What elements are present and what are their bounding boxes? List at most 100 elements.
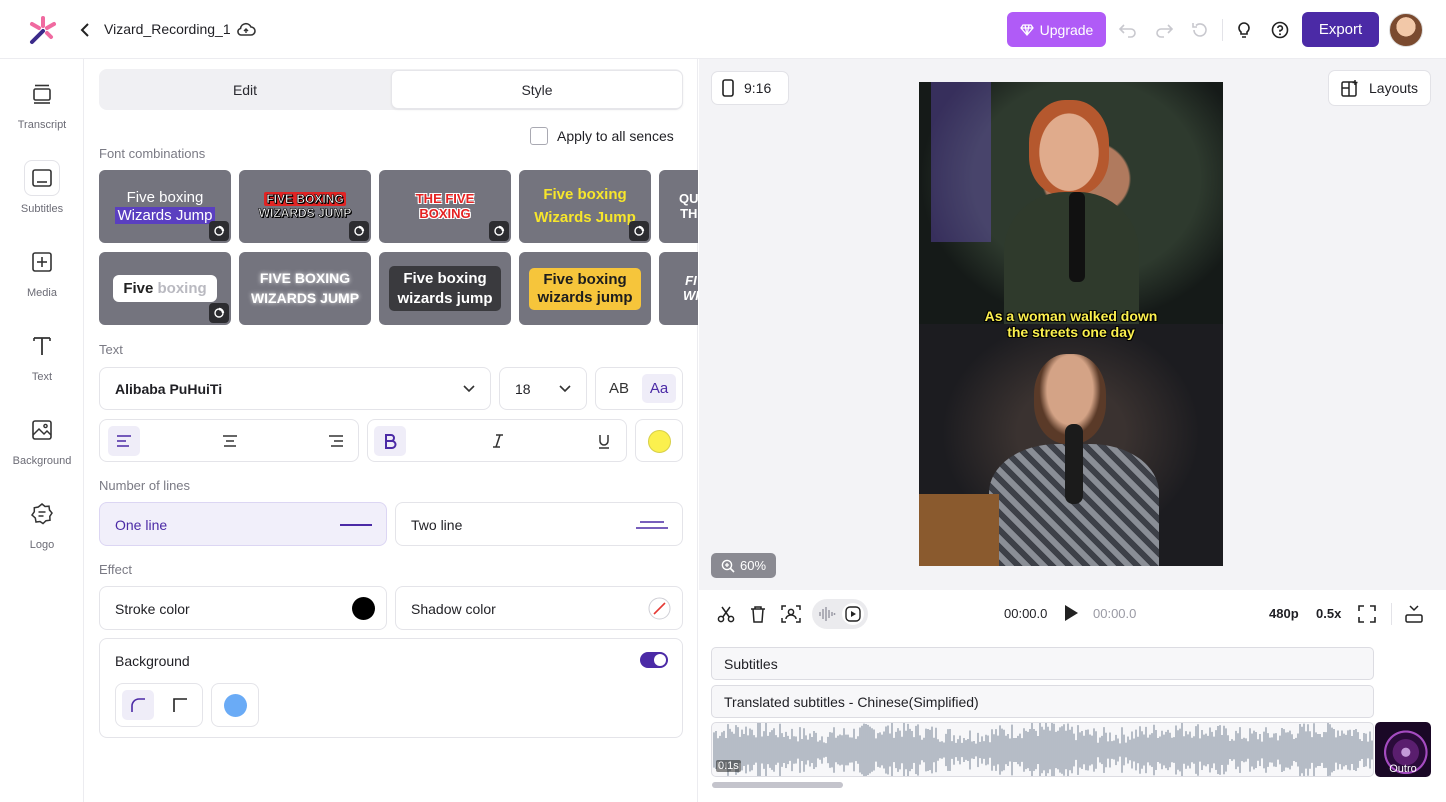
font-combo-tile[interactable]: Five boxing wizards jump [379,252,511,325]
left-rail: Transcript Subtitles Media Text Backgrou… [0,59,84,802]
rail-label: Transcript [17,119,67,131]
tab-style[interactable]: Style [391,70,683,109]
rail-item-text[interactable]: Text [0,328,84,383]
font-combo-tile[interactable]: FIVE BOXING WIZARDS JUMP [239,170,371,243]
scissors-icon[interactable] [717,605,735,623]
rail-item-subtitles[interactable]: Subtitles [0,160,84,215]
subtitle-caption[interactable]: As a woman walked down the streets one d… [919,308,1223,340]
font-combo-tile[interactable]: FI WI [659,252,698,325]
align-center-icon[interactable] [214,426,246,456]
waveform-graphic [713,723,1373,776]
font-combo-tile[interactable]: FIVE BOXING WIZARDS JUMP [239,252,371,325]
video-mode-icon[interactable] [842,603,864,625]
uppercase-button[interactable]: AB [602,374,636,403]
brush-badge-icon [209,221,229,241]
tab-edit[interactable]: Edit [99,69,391,110]
apply-all-label[interactable]: Apply to all sences [557,128,674,144]
timeline-scrollbar[interactable] [712,782,843,788]
translated-subtitles-track[interactable]: Translated subtitles - Chinese(Simplifie… [711,685,1374,718]
rail-item-media[interactable]: Media [0,244,84,299]
reset-icon[interactable] [1190,20,1210,40]
rail-label: Text [31,371,53,383]
upgrade-button[interactable]: Upgrade [1007,12,1106,47]
align-left-icon[interactable] [108,426,140,456]
speed-selector[interactable]: 0.5x [1316,606,1341,621]
face-detect-icon[interactable] [781,605,801,623]
audio-waveform-track[interactable]: 0.1s [711,722,1374,777]
font-combo-tile[interactable]: Five boxing [99,252,231,325]
avatar[interactable] [1389,13,1423,47]
text-icon [31,335,53,357]
undo-icon[interactable] [1118,20,1138,40]
trash-icon[interactable] [750,605,766,623]
shadow-color-control[interactable]: Shadow color [395,586,683,630]
background-color-picker[interactable] [211,683,259,727]
two-line-icon [636,520,668,530]
text-color-picker[interactable] [635,419,683,462]
font-combo-tile[interactable]: Five boxing wizards jump [519,252,651,325]
app-logo-icon[interactable] [28,15,58,45]
stroke-color-label: Stroke color [115,601,190,617]
upgrade-label: Upgrade [1039,21,1094,38]
video-preview[interactable]: As a woman walked down the streets one d… [919,82,1223,566]
rail-item-transcript[interactable]: Transcript [0,76,84,131]
combo-line2: WIZARDS JUMP [258,205,352,220]
zoom-in-icon [721,559,735,573]
project-title[interactable]: Vizard_Recording_1 [104,21,231,37]
font-size-select[interactable]: 18 [499,367,587,410]
aspect-ratio-button[interactable]: 9:16 [711,71,789,105]
outro-clip[interactable]: Outro [1375,722,1431,777]
font-family-value: Alibaba PuHuiTi [115,381,223,397]
fullscreen-icon[interactable] [1358,605,1376,623]
square-corner-icon[interactable] [164,690,196,720]
rounded-corner-icon[interactable] [122,690,154,720]
back-chevron-icon[interactable] [78,22,92,38]
two-line-option[interactable]: Two line [395,502,683,546]
collapse-timeline-icon[interactable] [1405,605,1423,623]
two-line-label: Two line [411,517,463,533]
apply-all-checkbox[interactable] [530,127,548,145]
playback-controls: 00:00.0 00:00.0 480p 0.5x [699,590,1446,638]
microphone [1069,192,1085,282]
phone-icon [722,79,734,97]
rail-item-background[interactable]: Background [0,412,84,467]
subtitles-track[interactable]: Subtitles [711,647,1374,680]
no-color-icon[interactable] [648,597,671,620]
zoom-indicator[interactable]: 60% [711,553,776,578]
rail-item-logo[interactable]: Logo [0,496,84,551]
help-icon[interactable] [1270,20,1290,40]
italic-icon[interactable] [482,426,514,456]
layouts-button[interactable]: Layouts [1328,70,1431,106]
waveform-icon[interactable] [818,605,836,623]
redo-icon[interactable] [1154,20,1174,40]
stroke-color-swatch[interactable] [352,597,375,620]
cloud-save-icon[interactable] [236,21,256,39]
alignment-group [99,419,359,462]
font-combo-tile[interactable]: QU TH [659,170,698,243]
combo-line2: wizards jump [397,289,493,307]
transcript-icon [31,83,53,105]
lightbulb-icon[interactable] [1234,20,1254,40]
font-combo-tile[interactable]: Five boxing Wizards Jump [99,170,231,243]
mixed-case-button[interactable]: Aa [642,374,676,403]
background-toggle[interactable] [640,652,668,668]
combo-line1: QU [679,190,698,206]
text-style-group [367,419,627,462]
one-line-option[interactable]: One line [99,502,387,546]
combo-line1: Five boxing [126,189,204,207]
font-family-select[interactable]: Alibaba PuHuiTi [99,367,491,410]
align-right-icon[interactable] [320,426,352,456]
export-button[interactable]: Export [1302,12,1379,47]
font-combo-tile[interactable]: Five boxing Wizards Jump [519,170,651,243]
combo-line2: Wizards Jump [115,206,215,224]
combo-line2: WI [683,287,698,303]
font-combo-tile[interactable]: THE FIVE BOXING [379,170,511,243]
underline-icon[interactable] [588,426,620,456]
combo-line1: FI [685,272,697,288]
play-icon[interactable] [1063,604,1079,622]
bold-icon[interactable] [374,426,406,456]
quality-selector[interactable]: 480p [1269,606,1299,621]
stroke-color-control[interactable]: Stroke color [99,586,387,630]
layouts-label: Layouts [1369,80,1419,96]
zoom-value: 60% [739,558,767,573]
